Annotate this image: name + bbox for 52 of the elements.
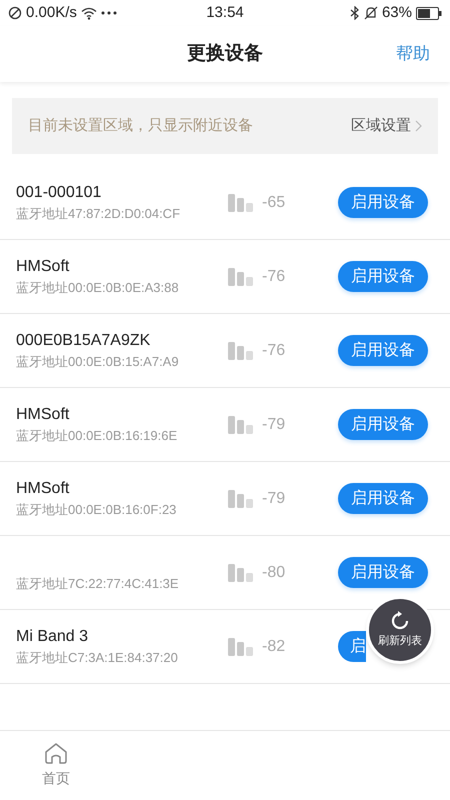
enable-device-button[interactable]: 启用设备 xyxy=(338,557,428,588)
device-address: 蓝牙地址00:0E:0B:0E:A3:88 xyxy=(16,279,180,298)
page-title: 更换设备 xyxy=(187,42,263,66)
refresh-icon xyxy=(390,610,410,631)
device-address: 蓝牙地址47:87:2D:D0:04:CF xyxy=(16,205,182,224)
enable-device-button[interactable]: 启用设备 xyxy=(338,335,428,366)
device-address: 蓝牙地址7C:22:77:4C:41:3E xyxy=(16,575,180,594)
home-icon xyxy=(44,742,68,764)
device-name: 001-000101 xyxy=(16,183,102,202)
signal-bars-icon xyxy=(228,638,254,656)
signal-strength: -80 xyxy=(262,562,286,582)
notice-text: 目前未设置区域，只显示附近设备 xyxy=(28,116,253,136)
bell-muted-icon xyxy=(364,6,378,20)
device-name: HMSoft xyxy=(16,257,70,276)
signal-strength: -76 xyxy=(262,340,286,360)
enable-device-button[interactable]: 启用设备 xyxy=(338,187,428,218)
device-name: HMSoft xyxy=(16,479,70,498)
device-address: 蓝牙地址C7:3A:1E:84:37:20 xyxy=(16,649,179,668)
signal-strength: -79 xyxy=(262,414,286,434)
blocked-icon xyxy=(8,6,22,20)
device-address: 蓝牙地址00:0E:0B:16:0F:23 xyxy=(16,501,178,520)
enable-device-button[interactable]: 启用设备 xyxy=(338,261,428,292)
device-name: Mi Band 3 xyxy=(16,627,90,646)
device-address: 蓝牙地址00:0E:0B:15:A7:A9 xyxy=(16,353,180,372)
help-link[interactable]: 帮助 xyxy=(396,41,430,67)
signal-bars-icon xyxy=(228,194,254,212)
network-speed: 0.00K/s xyxy=(26,2,77,23)
signal-bars-icon xyxy=(228,564,254,582)
refresh-list-button[interactable]: 刷新列表 xyxy=(366,596,434,664)
signal-bars-icon xyxy=(228,490,254,508)
signal-strength: -76 xyxy=(262,266,286,286)
bluetooth-icon xyxy=(350,6,360,20)
signal-strength: -79 xyxy=(262,488,286,508)
device-address: 蓝牙地址00:0E:0B:16:19:6E xyxy=(16,427,178,446)
device-name: 000E0B15A7A9ZK xyxy=(16,331,152,350)
clock: 13:54 xyxy=(206,2,244,23)
more-icon xyxy=(100,11,117,15)
signal-bars-icon xyxy=(228,268,254,286)
enable-device-button[interactable]: 启用设备 xyxy=(338,483,428,514)
region-settings-link[interactable]: 区域设置 xyxy=(351,114,422,138)
signal-strength: -65 xyxy=(262,192,286,212)
signal-bars-icon xyxy=(228,416,254,434)
chevron-right-icon xyxy=(415,120,422,132)
signal-strength: -82 xyxy=(262,636,286,656)
tab-item[interactable]: 首页 xyxy=(0,731,112,800)
device-name: HMSoft xyxy=(16,405,70,424)
battery-percent: 63% xyxy=(382,2,412,23)
battery-icon xyxy=(416,6,442,20)
wifi-icon xyxy=(80,6,97,20)
enable-device-button[interactable]: 启用设备 xyxy=(338,409,428,440)
signal-bars-icon xyxy=(228,342,254,360)
enable-device-button[interactable]: 启 xyxy=(338,631,366,662)
